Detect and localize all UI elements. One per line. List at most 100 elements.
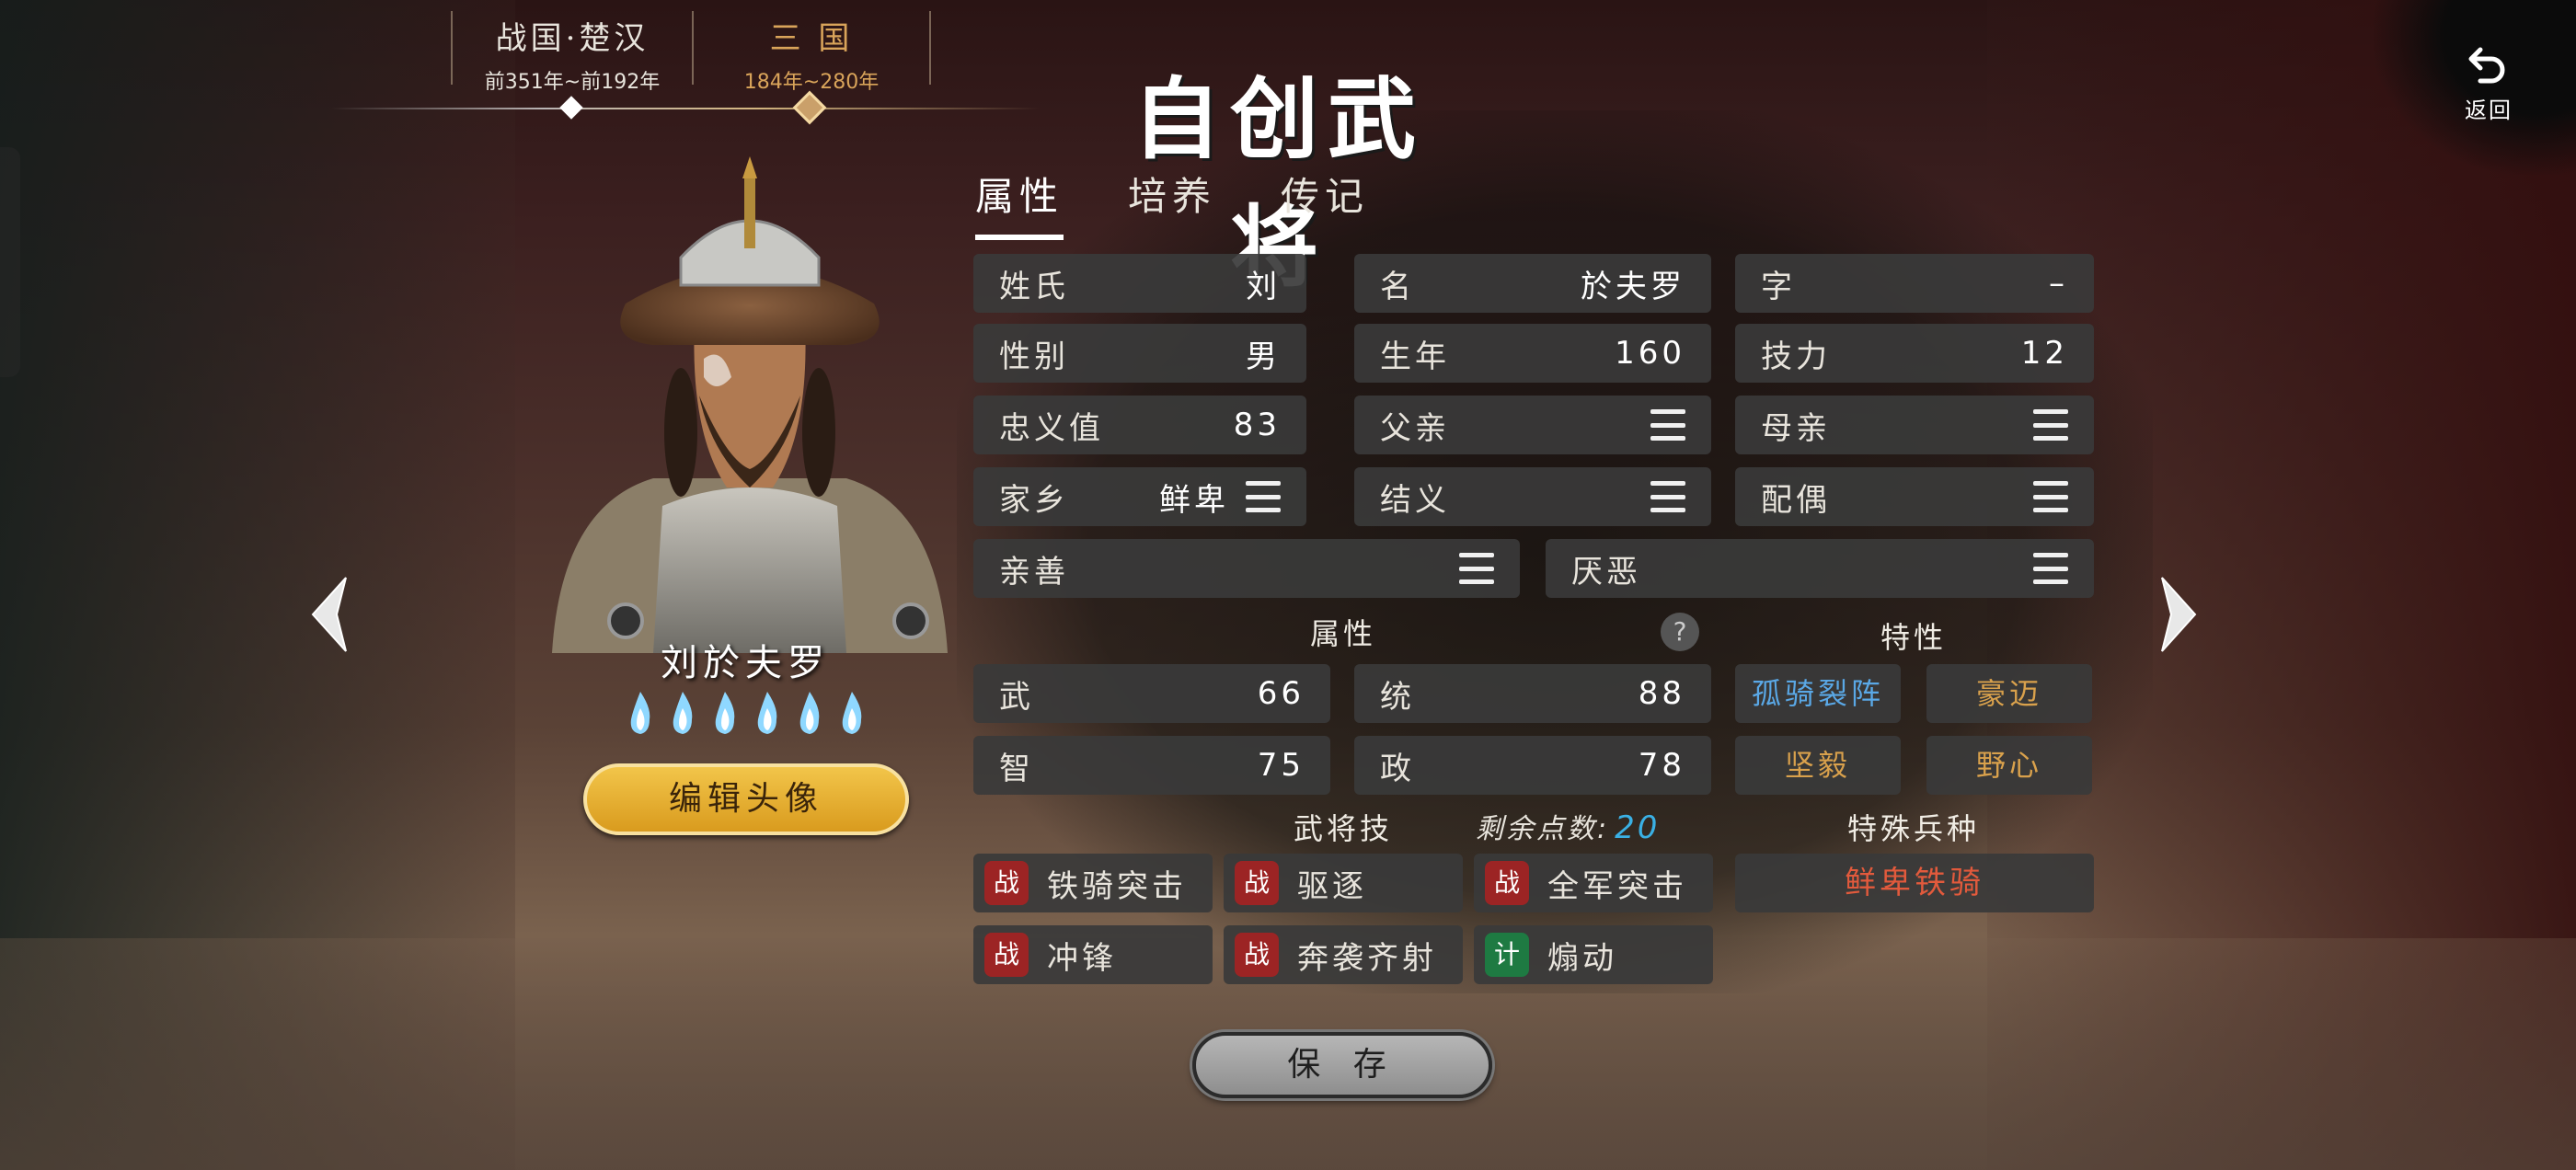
dislikes-field[interactable]: 厌恶 [1546,539,2094,598]
birth-year-field[interactable]: 生年 160 [1354,324,1711,383]
loyalty-field[interactable]: 忠义值 83 [973,396,1306,454]
list-menu-icon[interactable] [2033,481,2068,512]
field-value: 160 [1615,335,1685,372]
general-name: 刘於夫罗 [661,642,830,684]
era-dates: 前351年~前192年 [484,71,661,94]
field-value: 男 [1246,338,1281,375]
flame-icon [673,692,693,734]
tab-attributes[interactable]: 属性 [975,166,1064,240]
trait-item[interactable]: 孤骑裂阵 [1735,664,1901,723]
field-label: 统 [1380,678,1415,716]
politics-stat-field[interactable]: 政 78 [1354,736,1711,795]
era-name: 战国·楚汉 [495,20,650,57]
field-value: – [2049,265,2068,302]
skill-type-badge: 战 [984,861,1029,905]
attributes-heading: 属性 [1309,616,1376,651]
list-menu-icon[interactable] [1650,481,1685,512]
field-label: 结义 [1380,481,1450,519]
skill-type-badge: 战 [1235,933,1279,977]
next-arrow-icon[interactable] [2149,572,2204,655]
list-menu-icon[interactable] [1650,409,1685,441]
trait-item[interactable]: 野心 [1926,736,2092,795]
skill-item[interactable]: 战 驱逐 [1224,854,1463,912]
mother-field[interactable]: 母亲 [1735,396,2094,454]
skill-type-badge: 战 [1235,861,1279,905]
field-label: 配偶 [1761,481,1831,519]
general-portrait [543,156,957,653]
skill-type-badge: 战 [984,933,1029,977]
back-button[interactable]: 返回 [2447,44,2530,124]
special-unit-heading: 特殊兵种 [1846,811,1980,846]
skill-type-badge: 计 [1485,933,1529,977]
courtesy-name-field[interactable]: 字 – [1735,254,2094,313]
save-button[interactable]: 保 存 [1192,1032,1492,1098]
flame-icon [842,692,862,734]
era-selector: 战国·楚汉 前351年~前192年 三 国 184年~280年 [331,0,1040,129]
field-value: 83 [1233,407,1281,443]
skill-item[interactable]: 战 奔袭齐射 [1224,925,1463,984]
field-value: 88 [1638,675,1685,712]
field-value: 鲜卑 [1159,481,1229,519]
traits-heading: 特性 [1880,620,1947,655]
field-label: 武 [999,678,1034,716]
likes-field[interactable]: 亲善 [973,539,1520,598]
skill-item[interactable]: 战 铁骑突击 [973,854,1213,912]
era-marker [559,96,583,120]
remaining-points: 剩余点数: 20 [1476,806,1660,846]
field-value: 12 [2020,335,2068,372]
era-name: 三 国 [769,20,854,57]
field-label: 厌恶 [1571,553,1641,591]
field-label: 母亲 [1761,409,1831,447]
trait-item[interactable]: 豪迈 [1926,664,2092,723]
gender-field[interactable]: 性别 男 [973,324,1306,383]
tab-bar: 属性 培养 传记 [975,166,1433,240]
skill-item[interactable]: 战 全军突击 [1474,854,1713,912]
side-handle[interactable] [0,147,20,377]
list-menu-icon[interactable] [1459,553,1494,584]
skill-label: 铁骑突击 [1047,867,1187,905]
intel-stat-field[interactable]: 智 75 [973,736,1330,795]
flame-icon [757,692,777,734]
field-label: 智 [999,750,1034,787]
skill-label: 奔袭齐射 [1297,939,1437,977]
field-label: 家乡 [999,481,1069,519]
surname-field[interactable]: 姓氏 刘 [973,254,1306,313]
tab-training[interactable]: 培养 [1128,166,1216,240]
era-timeline [331,108,1040,109]
era-tab-warring-states[interactable]: 战国·楚汉 前351年~前192年 [453,13,692,95]
lead-stat-field[interactable]: 统 88 [1354,664,1711,723]
field-label: 技力 [1761,338,1831,375]
list-menu-icon[interactable] [2033,409,2068,441]
skills-heading: 武将技 [1293,811,1393,846]
sworn-sibling-field[interactable]: 结义 [1354,467,1711,526]
flame-icon [799,692,820,734]
previous-arrow-icon[interactable] [304,572,359,655]
remaining-value: 20 [1615,809,1661,846]
skill-item[interactable]: 计 煽动 [1474,925,1713,984]
field-label: 亲善 [999,553,1069,591]
skill-label: 全军突击 [1547,867,1687,905]
skill-power-field[interactable]: 技力 12 [1735,324,2094,383]
skill-item[interactable]: 战 冲锋 [973,925,1213,984]
field-value: 75 [1257,747,1305,784]
remaining-label: 剩余点数: [1476,813,1610,845]
era-tab-three-kingdoms[interactable]: 三 国 184年~280年 [692,13,931,95]
tab-biography[interactable]: 传记 [1281,166,1369,240]
field-value: 於夫罗 [1581,268,1685,305]
field-label: 生年 [1380,338,1450,375]
spouse-field[interactable]: 配偶 [1735,467,2094,526]
edit-avatar-button[interactable]: 编辑头像 [583,763,909,835]
hometown-field[interactable]: 家乡 鲜卑 [973,467,1306,526]
trait-item[interactable]: 坚毅 [1735,736,1901,795]
given-name-field[interactable]: 名 於夫罗 [1354,254,1711,313]
flame-icon [715,692,735,734]
undo-arrow-icon [2447,44,2530,90]
list-menu-icon[interactable] [1246,481,1281,512]
skill-type-badge: 战 [1485,861,1529,905]
war-stat-field[interactable]: 武 66 [973,664,1330,723]
help-icon[interactable]: ? [1661,613,1699,651]
field-label: 字 [1761,268,1796,305]
list-menu-icon[interactable] [2033,553,2068,584]
special-unit-value[interactable]: 鲜卑铁骑 [1735,854,2094,912]
father-field[interactable]: 父亲 [1354,396,1711,454]
